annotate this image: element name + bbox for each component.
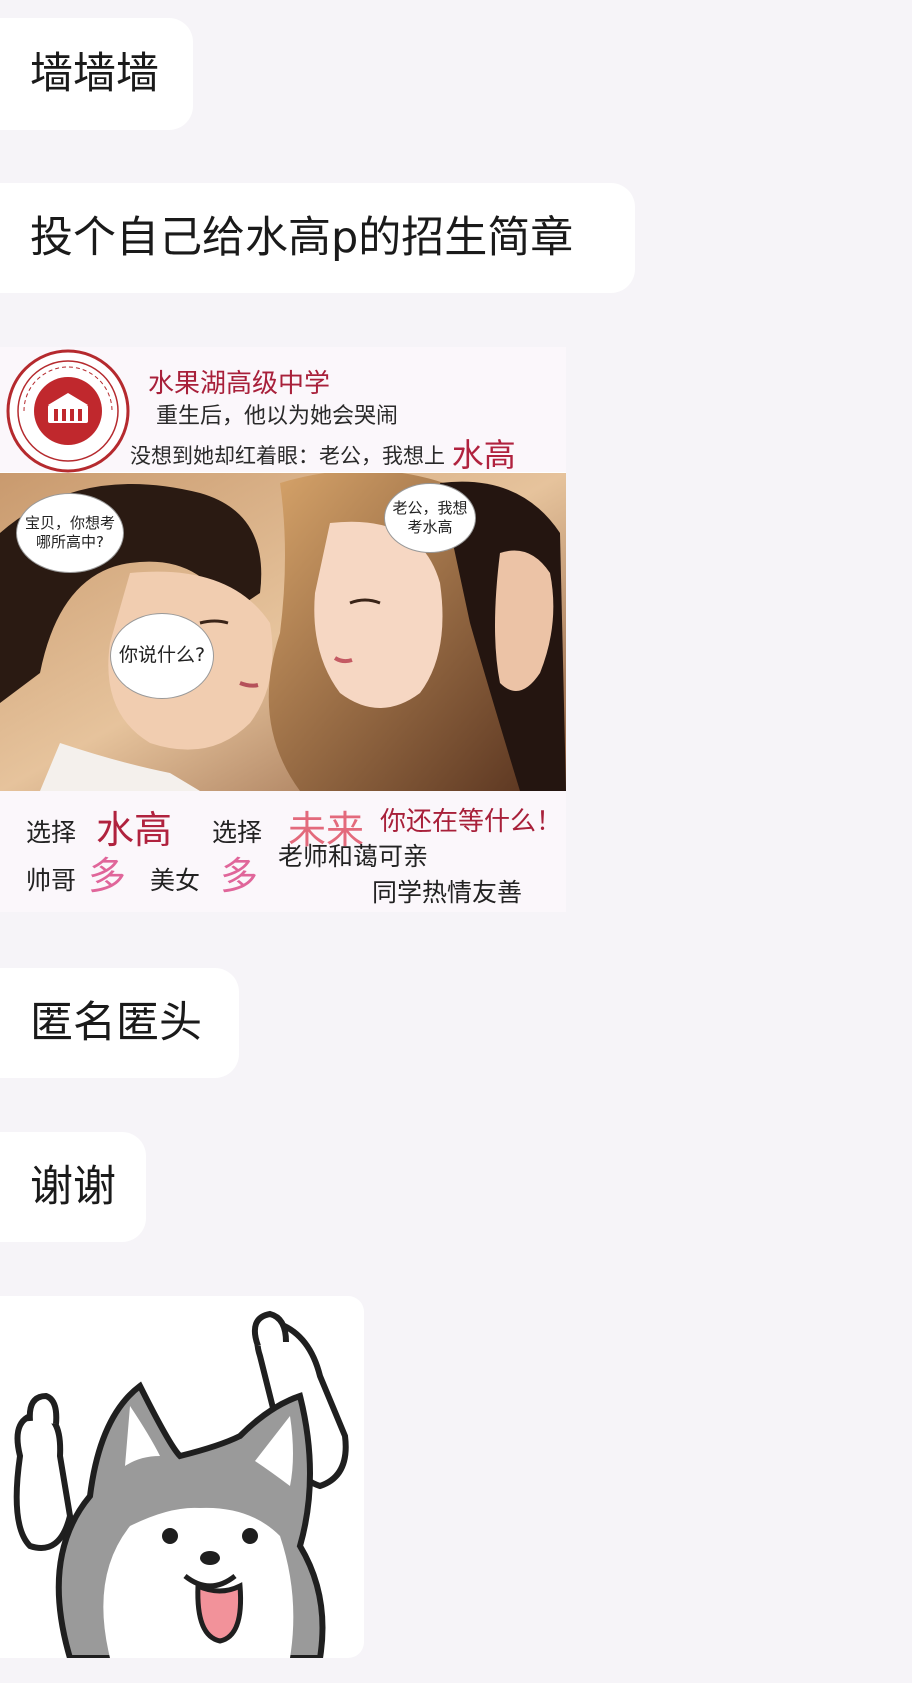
school-seal-icon: [6, 349, 130, 473]
footer-beauty: 美女: [150, 866, 201, 895]
husky-sticker-message[interactable]: [0, 1296, 364, 1658]
footer-waiting: 你还在等什么！: [380, 807, 563, 837]
message-bubble[interactable]: 谢谢: [0, 1132, 146, 1242]
poster-line-2-highlight: 水高: [451, 436, 516, 474]
footer-teachers: 老师和蔼可亲: [278, 842, 429, 871]
footer-handsome: 帅哥: [26, 866, 77, 895]
poster-header: 水果湖高级中学 重生后，他以为她会哭闹 没想到她却红着眼：老公，我想上 水高: [0, 347, 566, 474]
message-bubble[interactable]: 匿名匿头: [0, 968, 239, 1078]
message-bubble[interactable]: 墙墙墙: [0, 18, 193, 130]
poster-illustration: 宝贝，你想考哪所高中? 你说什么? 老公，我想考水高: [0, 470, 566, 791]
footer-many-1: 多: [88, 854, 127, 898]
speech-bubble-boy: 宝贝，你想考哪所高中?: [16, 493, 124, 573]
message-text: 墙墙墙: [30, 48, 159, 99]
poster-line-2-prefix: 没想到她却红着眼：老公，我想上: [130, 444, 445, 468]
husky-thumbs-up-icon: [13, 1310, 349, 1658]
speech-bubble-girl: 老公，我想考水高: [384, 483, 476, 553]
poster-image-message[interactable]: 水果湖高级中学 重生后，他以为她会哭闹 没想到她却红着眼：老公，我想上 水高 宝…: [0, 347, 566, 912]
speech-bubble-question: 你说什么?: [110, 613, 214, 699]
footer-choose-2: 选择: [212, 818, 263, 847]
poster-line-2: 没想到她却红着眼：老公，我想上 水高: [130, 427, 516, 474]
message-text: 投个自己给水高p的招生简章: [30, 212, 574, 263]
footer-many-2: 多: [220, 854, 259, 898]
chat-window: 墙墙墙 投个自己给水高p的招生简章 水果湖高级中学 重生后，他以为她会哭闹 没想…: [0, 0, 912, 1683]
school-name: 水果湖高级中学: [148, 369, 331, 399]
footer-classmates: 同学热情友善: [372, 878, 523, 907]
message-bubble[interactable]: 投个自己给水高p的招生简章: [0, 183, 635, 293]
poster-line-1: 重生后，他以为她会哭闹: [156, 404, 399, 429]
footer-choose-1: 选择: [26, 818, 77, 847]
message-text: 匿名匿头: [30, 997, 202, 1048]
poster-footer: 选择 水高 选择 未来 你还在等什么！ 帅哥 多 美女 多 老师和蔼可亲 同学热…: [0, 791, 566, 912]
message-text: 谢谢: [30, 1161, 116, 1212]
